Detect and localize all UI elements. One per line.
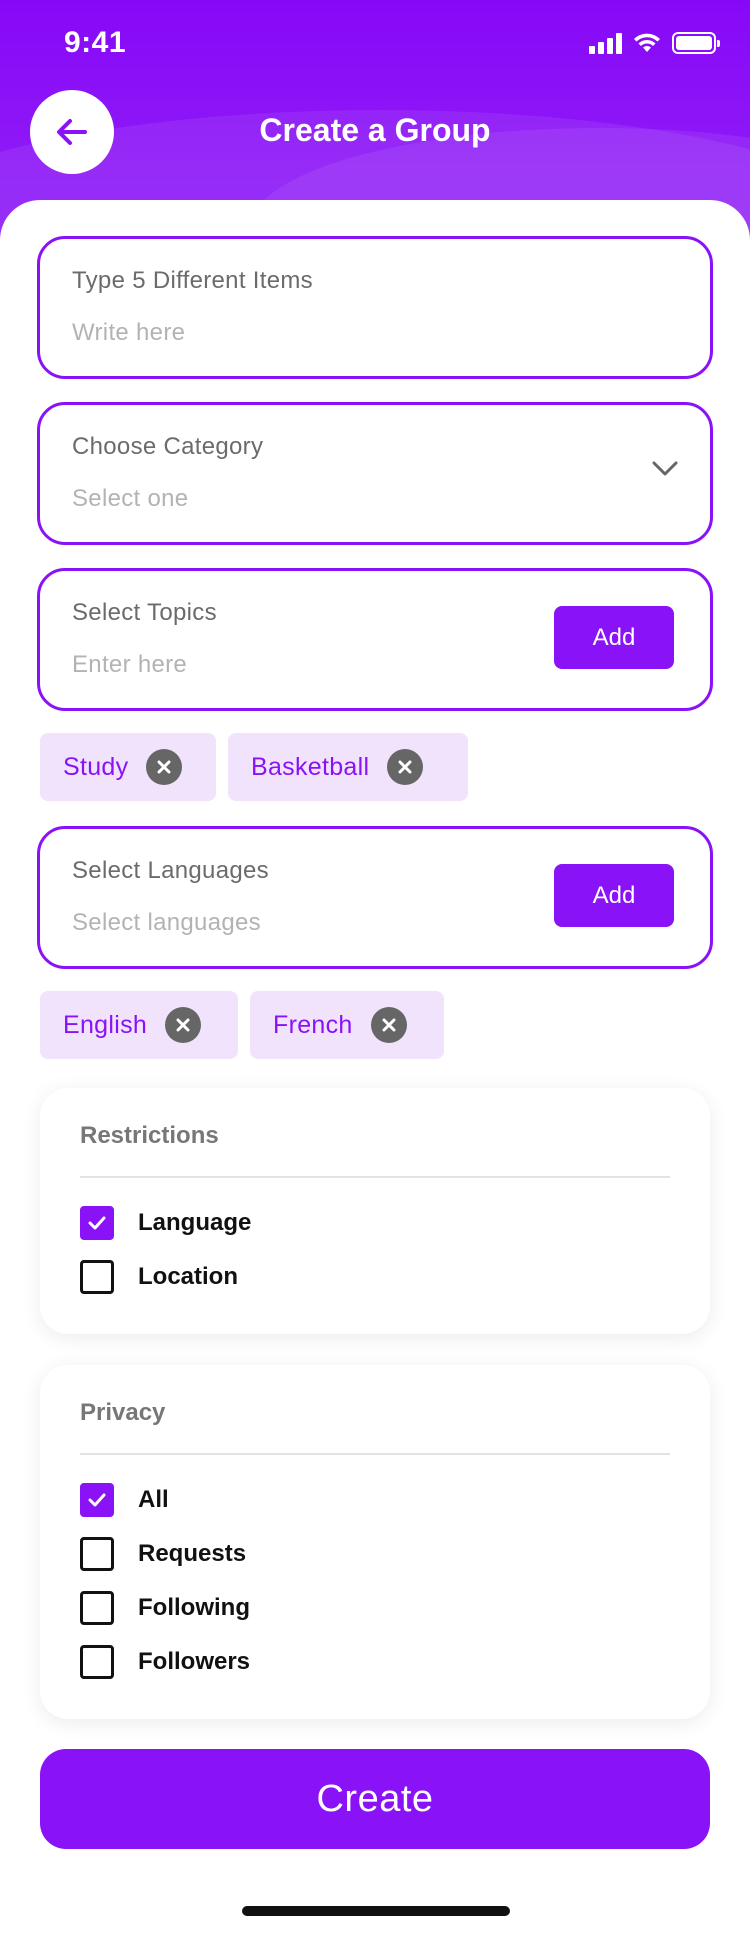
checkmark-icon <box>88 1493 106 1507</box>
add-language-button[interactable]: Add <box>554 864 674 927</box>
topics-label: Select Topics <box>72 599 217 626</box>
checkbox-checked[interactable] <box>80 1483 114 1517</box>
option-label: Location <box>138 1263 238 1290</box>
topics-input[interactable]: Enter here <box>72 651 187 679</box>
restrictions-title: Restrictions <box>80 1122 219 1149</box>
home-indicator <box>242 1906 510 1916</box>
checkmark-icon <box>88 1216 106 1230</box>
status-bar: 9:41 <box>0 0 750 90</box>
category-label: Choose Category <box>72 433 264 460</box>
page-title: Create a Group <box>259 112 491 148</box>
items-field-label: Type 5 Different Items <box>72 267 313 294</box>
divider <box>80 1453 670 1455</box>
add-topic-button[interactable]: Add <box>554 606 674 669</box>
privacy-option-followers[interactable]: Followers <box>80 1645 250 1679</box>
option-label: Following <box>138 1594 250 1621</box>
items-input[interactable]: Write here <box>72 319 185 347</box>
chip-label: French <box>273 1010 353 1039</box>
privacy-option-all[interactable]: All <box>80 1483 169 1517</box>
option-label: Language <box>138 1209 252 1236</box>
battery-icon <box>672 32 720 54</box>
chip-label: Study <box>63 752 129 781</box>
restrictions-card: Restrictions Language Location <box>40 1088 710 1334</box>
items-field[interactable]: Type 5 Different Items Write here <box>37 236 713 379</box>
close-icon[interactable] <box>165 1007 202 1043</box>
checkbox-checked[interactable] <box>80 1206 114 1240</box>
checkbox-unchecked[interactable] <box>80 1591 114 1625</box>
languages-input[interactable]: Select languages <box>72 909 261 937</box>
cellular-signal-icon <box>589 32 622 54</box>
language-chip: English <box>40 991 238 1059</box>
status-time: 9:41 <box>64 26 127 59</box>
restriction-option-language[interactable]: Language <box>80 1206 251 1240</box>
chevron-down-icon[interactable] <box>652 461 678 477</box>
option-label: Followers <box>138 1648 251 1675</box>
chip-label: Basketball <box>251 752 370 781</box>
languages-field[interactable]: Select Languages Select languages Add <box>37 826 713 969</box>
create-button[interactable]: Create <box>40 1749 710 1849</box>
privacy-title: Privacy <box>80 1399 166 1426</box>
option-label: Requests <box>138 1540 247 1567</box>
close-icon[interactable] <box>370 1007 407 1043</box>
option-label: All <box>138 1486 169 1513</box>
category-select[interactable]: Choose Category Select one <box>37 402 713 545</box>
chip-label: English <box>63 1010 148 1039</box>
privacy-option-requests[interactable]: Requests <box>80 1537 246 1571</box>
checkbox-unchecked[interactable] <box>80 1645 114 1679</box>
wifi-icon <box>634 33 660 52</box>
privacy-option-following[interactable]: Following <box>80 1591 250 1625</box>
checkbox-unchecked[interactable] <box>80 1537 114 1571</box>
category-value: Select one <box>72 485 189 512</box>
close-icon[interactable] <box>146 749 183 785</box>
divider <box>80 1176 670 1178</box>
privacy-card: Privacy All Requests Following Followers <box>40 1365 710 1719</box>
language-chip: French <box>250 991 444 1059</box>
status-icons <box>589 32 720 54</box>
restriction-option-location[interactable]: Location <box>80 1260 238 1294</box>
topic-chip: Study <box>40 733 216 801</box>
languages-label: Select Languages <box>72 857 269 884</box>
topic-chip: Basketball <box>228 733 468 801</box>
close-icon[interactable] <box>387 749 424 785</box>
checkbox-unchecked[interactable] <box>80 1260 114 1294</box>
topics-field[interactable]: Select Topics Enter here Add <box>37 568 713 711</box>
